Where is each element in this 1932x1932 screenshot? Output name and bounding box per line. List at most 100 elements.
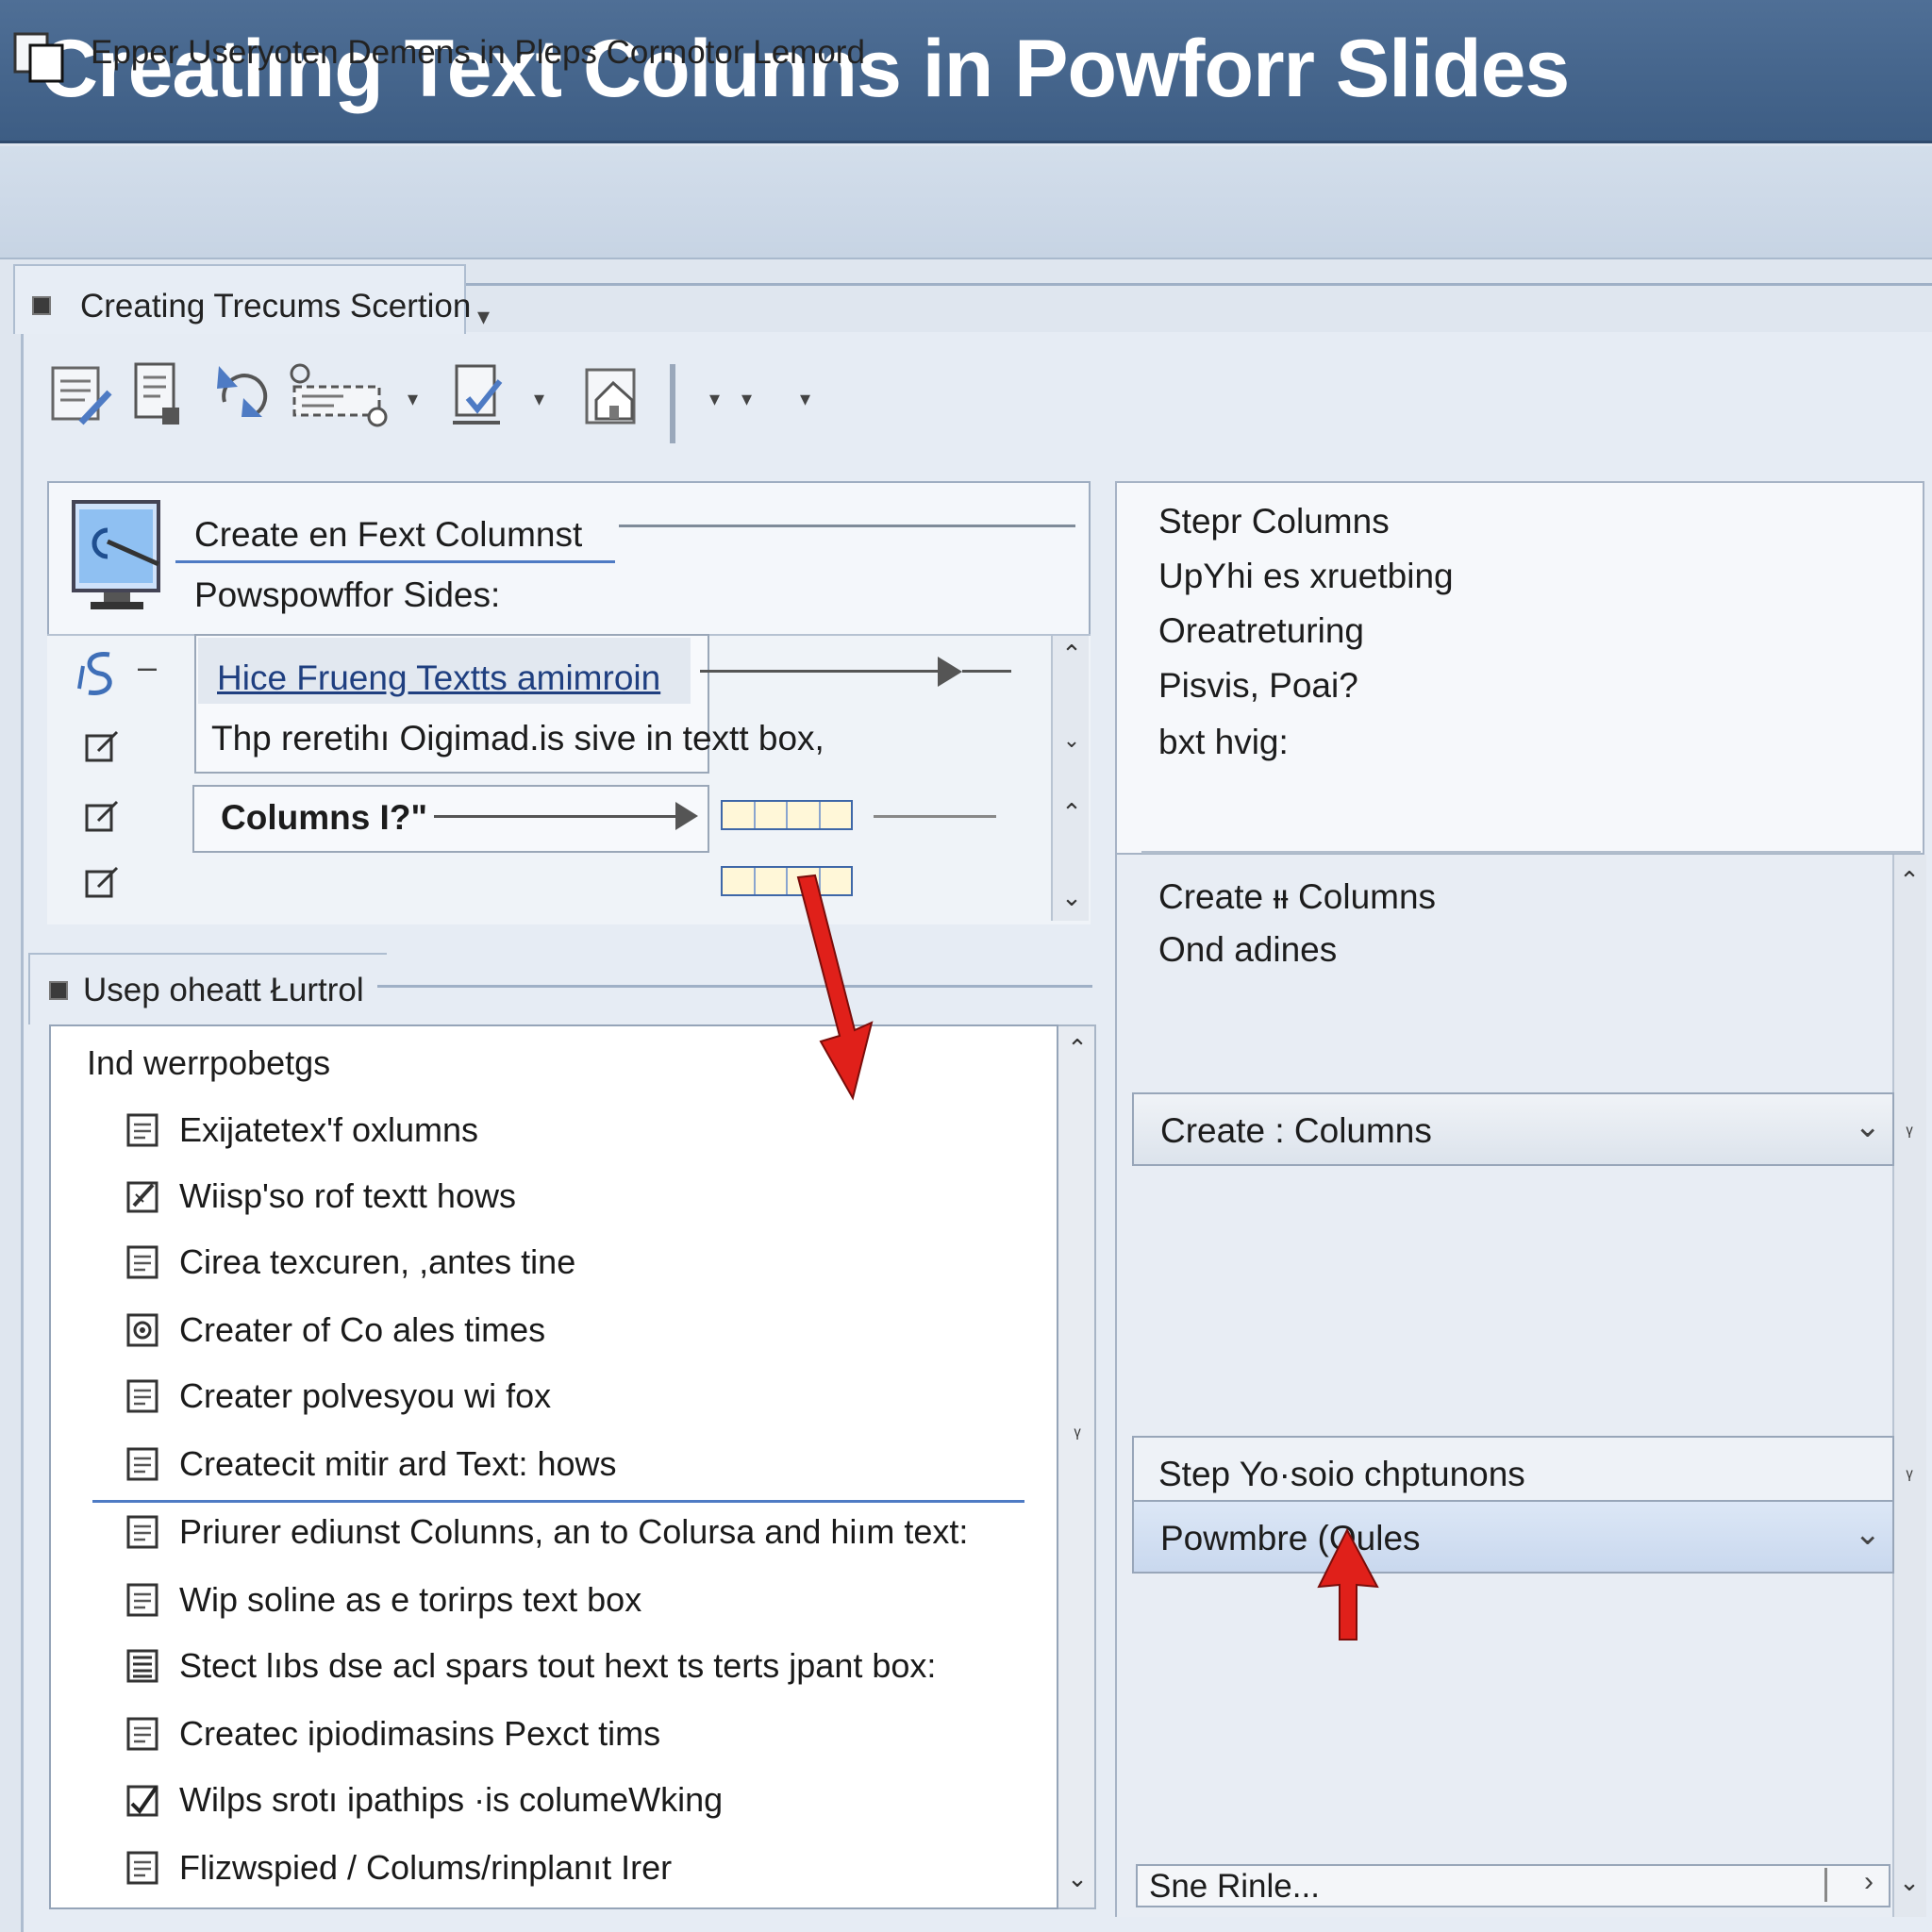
list-item[interactable]: Createc ipiodimasins Pexct tims <box>125 1707 660 1760</box>
toolbar: ▾ ▾ ▾ ▾ ▾ <box>38 358 887 453</box>
list-item[interactable]: Cirea texcuren, ,antes tine <box>125 1236 575 1289</box>
list-item-label: Wilps srotı ipathips ·is columeWking <box>179 1780 724 1819</box>
scroll-down-arrow[interactable]: ⌄ <box>1058 1864 1096 1893</box>
scroll-up-arrow[interactable]: ⌃ <box>1053 798 1091 827</box>
home-document-icon[interactable] <box>579 358 653 434</box>
list-divider <box>92 1500 1024 1503</box>
edit-icon <box>126 1181 158 1213</box>
edit-icon[interactable] <box>85 730 119 762</box>
refresh-icon[interactable] <box>206 358 279 434</box>
panel-divider <box>1141 851 1921 854</box>
toolbar-separator <box>670 364 675 443</box>
chevron-down-icon: ⌄ <box>1854 1516 1882 1552</box>
list-item-label: Creater of Co ales times <box>179 1310 546 1349</box>
document-icon <box>126 1515 158 1549</box>
section-collapse-icon[interactable]: ▾ <box>477 302 490 331</box>
powmbre-dropdown[interactable]: Powmbre (Oules ⌄ <box>1132 1500 1894 1574</box>
list-settings-icon[interactable] <box>287 358 391 434</box>
hint-arrow <box>700 670 945 673</box>
list-item[interactable]: Wilps srotı ipathips ·is columeWking <box>125 1774 723 1826</box>
toolbar-caret-b[interactable]: ▾ <box>741 387 752 411</box>
options-scrollbar[interactable]: ⌃ ᵞ ᵞ ⌄ <box>1892 855 1926 1917</box>
script-s-icon[interactable] <box>75 647 123 698</box>
scroll-down-arrow[interactable]: ⌄ <box>1053 728 1091 753</box>
steps-line: Oreatreturing <box>1158 611 1364 650</box>
scroll-down-arrow[interactable]: ⌄ <box>1053 883 1091 912</box>
document-icon <box>126 1113 158 1147</box>
create-columns-subheading: Ond adines <box>1158 930 1338 969</box>
checkbox-icon <box>126 1785 158 1817</box>
create-columns-dropdown[interactable]: Create : Columns ⌄ <box>1132 1092 1894 1166</box>
notes-edit-icon[interactable] <box>47 358 121 434</box>
columns-rule <box>874 815 996 818</box>
list-item-label: Createcit mitir ard Text: hows <box>179 1444 617 1483</box>
list-item-label: Wip soline as e torirps text box <box>179 1580 642 1619</box>
list-item-label: Creater polvesyou wi fox <box>179 1376 552 1415</box>
list-scrollbar[interactable]: ⌃ ᵞ ⌄ <box>1058 1024 1096 1909</box>
list-item[interactable]: Creater polvesyou wi fox <box>125 1370 551 1423</box>
hint-arrow-head <box>938 657 962 687</box>
hint-text: Thp reretihı Oigimad.is sive in textt bo… <box>211 719 824 758</box>
scroll-mark: ᵞ <box>1906 1121 1913 1144</box>
chevron-down-icon: ⌄ <box>1854 1108 1882 1144</box>
steps-line: bxt hvig: <box>1158 723 1289 761</box>
app-subtitle: Epper Useryoten Demens in Pleps Cormotor… <box>91 34 865 71</box>
list-item-label: Createc ipiodimasins Pexct tims <box>179 1714 661 1753</box>
document-icon <box>126 1379 158 1413</box>
steps-line: Stepr Columns <box>1158 502 1390 541</box>
scroll-up-arrow[interactable]: ⌃ <box>1058 1034 1096 1063</box>
steps-scrollbar[interactable]: ⌃ ⌄ ⌃ ⌄ <box>1051 636 1089 921</box>
side-dash: – <box>138 647 158 686</box>
column-layout-preview[interactable] <box>721 800 853 830</box>
section-divider <box>466 283 1932 286</box>
list-item[interactable]: Wip soline as e torirps text box <box>125 1574 641 1626</box>
title-rule <box>619 525 1075 527</box>
section-marker-icon <box>49 981 68 1000</box>
list-item-label: Cirea texcuren, ,antes tine <box>179 1242 576 1281</box>
scroll-up-arrow[interactable]: ⌃ <box>1053 640 1091 669</box>
list-item-label: Stect lıbs dse acl spars tout hext ts te… <box>179 1646 937 1685</box>
document-icon <box>126 1717 158 1751</box>
red-annotation-arrow <box>796 874 874 1101</box>
lower-section-title: Usep oheatt Łurtrol <box>83 972 364 1008</box>
chevron-right-icon[interactable]: › <box>1864 1866 1874 1898</box>
document-icon <box>126 1583 158 1617</box>
scroll-up-arrow[interactable]: ⌃ <box>1892 866 1926 895</box>
list-item[interactable]: Wiisp'so rof textt hows <box>125 1170 516 1223</box>
app-header-bar <box>0 146 1932 259</box>
create-columns-heading: Create ᵻᵼ Columns <box>1158 877 1437 916</box>
document-icon[interactable] <box>125 358 198 434</box>
hint-link[interactable]: Hice Frueng Textts amimroin <box>217 658 660 698</box>
list-settings-dropdown-caret[interactable]: ▾ <box>408 387 418 411</box>
step-options-label: Step Yo·soio chptunons <box>1158 1455 1525 1493</box>
edit-icon[interactable] <box>85 800 119 832</box>
list-item[interactable]: Flizwspied / Colums/rinplanıt Irer <box>125 1841 672 1894</box>
check-dropdown-caret[interactable]: ▾ <box>534 387 544 411</box>
edit-icon[interactable] <box>85 866 119 898</box>
list-item[interactable]: Createcit mitir ard Text: hows <box>125 1438 616 1491</box>
monitor-icon <box>72 500 160 609</box>
section-marker-icon <box>32 296 51 315</box>
title-underline <box>175 560 615 563</box>
list-item[interactable]: Priurer ediunst Colunns, an to Colursa a… <box>125 1506 968 1558</box>
section-title: Creating Trecums Scertion <box>80 288 472 325</box>
window-icon <box>13 32 64 83</box>
scroll-mark: ᵞ <box>1074 1423 1081 1446</box>
hint-arrow-tail <box>962 670 1011 673</box>
toolbar-caret-a[interactable]: ▾ <box>709 387 720 411</box>
document-icon <box>126 1245 158 1279</box>
list-item-label: Wiisp'so rof textt hows <box>179 1176 516 1215</box>
toolbar-caret-c[interactable]: ▾ <box>800 387 810 411</box>
steps-line: Pisvis, Poai? <box>1158 666 1358 705</box>
bottom-field-separator <box>1824 1868 1827 1902</box>
bottom-field-label: Sne Rinle... <box>1149 1868 1320 1905</box>
list-item[interactable]: Stect lıbs dse acl spars tout hext ts te… <box>125 1640 936 1692</box>
scroll-down-arrow[interactable]: ⌄ <box>1892 1868 1926 1897</box>
document-icon <box>126 1447 158 1481</box>
document-icon <box>126 1851 158 1885</box>
list-item[interactable]: Exijatetex'f oxlumns <box>125 1104 478 1157</box>
list-item[interactable]: Creater of Co ales times <box>125 1304 545 1357</box>
settings-icon <box>126 1313 158 1347</box>
document-check-icon[interactable] <box>447 358 521 434</box>
list-item-label: Priurer ediunst Colunns, an to Colursa a… <box>179 1512 969 1551</box>
